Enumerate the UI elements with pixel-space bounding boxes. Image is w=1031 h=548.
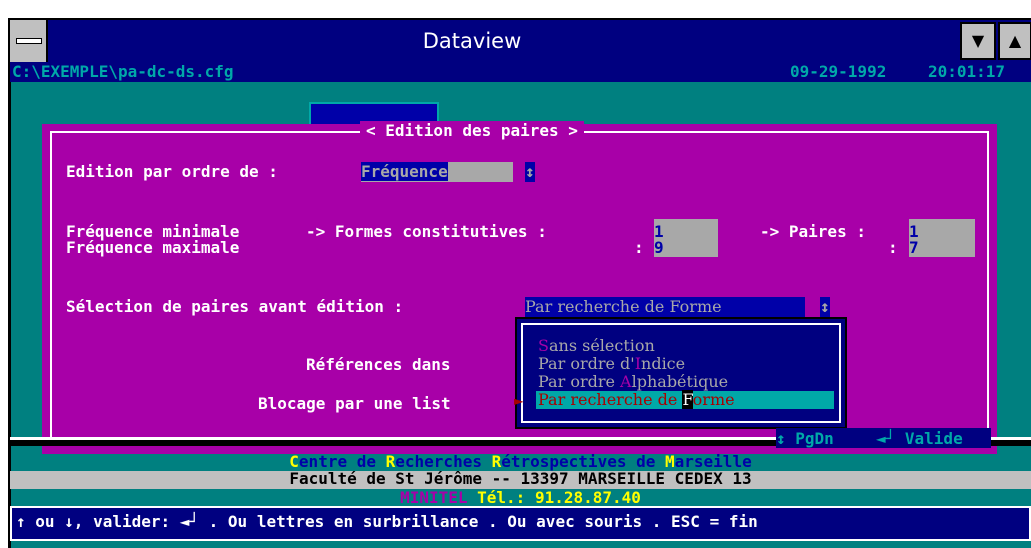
pairs-max-input[interactable]: 7 — [909, 238, 919, 258]
dialog-title: < Edition des paires > — [360, 121, 584, 141]
option-text: orme — [692, 390, 735, 409]
freq-max-label: Fréquence maximale — [66, 238, 240, 257]
hotkey-letter: A — [620, 372, 632, 391]
up-arrow-icon: ▲ — [1008, 31, 1022, 50]
forms-max-input[interactable]: 9 — [654, 238, 664, 258]
status-text: ↑ ou ↓, valider: ◄┘ . Ou lettres en surb… — [16, 512, 758, 531]
pointer-right-icon: ► — [514, 391, 524, 410]
option-ordre-indice[interactable]: Par ordre d'Indice — [538, 355, 685, 373]
option-ordre-alphabetique[interactable]: Par ordre Alphabétique — [538, 373, 728, 391]
pairs-field-bg — [909, 219, 975, 257]
option-sans-selection[interactable]: Sans sélection — [538, 337, 655, 355]
credit-line-3: MINITEL Tél.: 91.28.87.40 — [10, 488, 1031, 508]
credit-line-2: Faculté de St Jérôme -- 13397 MARSEILLE … — [289, 469, 752, 488]
window-title: Dataview — [422, 29, 522, 53]
date: 09-29-1992 — [790, 62, 887, 81]
blocking-label: Blocage par une list — [258, 394, 451, 413]
option-text: ndice — [641, 354, 686, 373]
pairs-label: -> Paires : — [760, 222, 866, 241]
hotkey-letter: F — [682, 390, 693, 409]
selection-arrow-icon[interactable]: ↕ — [820, 297, 830, 317]
order-label: Edition par ordre de : — [66, 162, 278, 181]
option-text: Par ordre — [538, 372, 621, 391]
order-value: Fréquence — [361, 162, 448, 181]
selection-label: Sélection de paires avant édition : — [66, 297, 404, 316]
order-arrow-icon[interactable]: ↕ — [525, 162, 535, 182]
option-text: ans sélection — [548, 336, 655, 355]
forms-colon: : — [634, 238, 644, 257]
forms-label: -> Formes constitutives : — [306, 222, 547, 241]
option-recherche-forme[interactable]: Par recherche de Forme — [538, 390, 735, 409]
option-text: Par recherche de — [538, 390, 683, 409]
order-select[interactable]: Fréquence — [361, 162, 513, 182]
option-text: Par ordre d' — [538, 354, 635, 373]
phone-number: Tél.: 91.28.87.40 — [467, 488, 641, 507]
pairs-colon: : — [888, 238, 898, 257]
minitel-label: MINITEL — [400, 488, 468, 507]
time: 20:01:17 — [928, 62, 1006, 81]
scroll-down-button[interactable]: ▼ — [960, 22, 996, 60]
hotkey-letter: S — [538, 336, 549, 355]
valide-button[interactable]: ◄┘ Valide — [876, 429, 963, 449]
option-text: lphabétique — [631, 372, 729, 391]
system-menu-button[interactable] — [10, 20, 48, 62]
selection-select[interactable]: Par recherche de Forme — [525, 297, 805, 317]
minus-bar-icon — [16, 38, 42, 44]
pgdn-button[interactable]: ↕ PgDn — [776, 429, 834, 449]
references-label: Références dans — [306, 355, 451, 374]
scroll-up-button[interactable]: ▲ — [998, 22, 1031, 60]
down-arrow-icon: ▼ — [971, 31, 985, 50]
config-path: C:\EXEMPLE\pa-dc-ds.cfg — [12, 62, 234, 81]
